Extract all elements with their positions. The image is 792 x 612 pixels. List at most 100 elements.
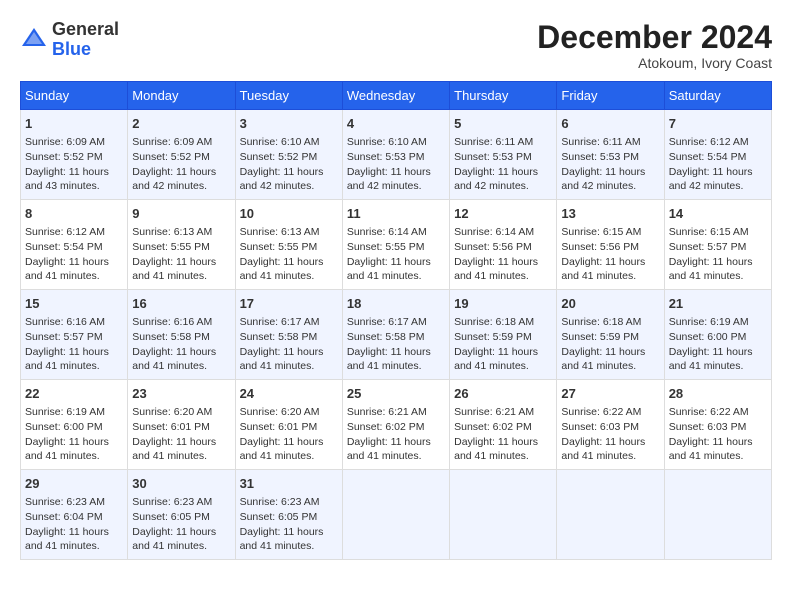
day-info: Sunrise: 6:16 AM Sunset: 5:57 PM Dayligh… xyxy=(25,315,123,374)
calendar-cell: 15Sunrise: 6:16 AM Sunset: 5:57 PM Dayli… xyxy=(21,290,128,380)
day-info: Sunrise: 6:21 AM Sunset: 6:02 PM Dayligh… xyxy=(454,405,552,464)
calendar-cell: 26 Sunrise: 6:21 AM Sunset: 6:02 PM Dayli… xyxy=(450,380,557,470)
calendar-cell: 21 Sunrise: 6:19 AM Sunset: 6:00 PM Dayli… xyxy=(664,290,771,380)
calendar-cell: 22 Sunrise: 6:19 AM Sunset: 6:00 PM Dayli… xyxy=(21,380,128,470)
calendar-week-2: 8 Sunrise: 6:12 AM Sunset: 5:54 PM Daylig… xyxy=(21,200,772,290)
day-info: Sunrise: 6:22 AM Sunset: 6:03 PM Dayligh… xyxy=(561,405,659,464)
day-info: Sunrise: 6:13 AM Sunset: 5:55 PM Dayligh… xyxy=(132,225,230,284)
calendar-week-5: 29 Sunrise: 6:23 AM Sunset: 6:04 PM Dayli… xyxy=(21,469,772,559)
header-monday: Monday xyxy=(128,82,235,110)
header-wednesday: Wednesday xyxy=(342,82,449,110)
day-number: 8 xyxy=(25,205,123,223)
day-info: Sunrise: 6:19 AM Sunset: 6:00 PM Dayligh… xyxy=(25,405,123,464)
header-friday: Friday xyxy=(557,82,664,110)
day-number: 27 xyxy=(561,385,659,403)
calendar-cell: 24 Sunrise: 6:20 AM Sunset: 6:01 PM Dayli… xyxy=(235,380,342,470)
day-info: Sunrise: 6:09 AM Sunset: 5:52 PM Dayligh… xyxy=(25,135,123,194)
header-saturday: Saturday xyxy=(664,82,771,110)
day-number: 6 xyxy=(561,115,659,133)
calendar-table: SundayMondayTuesdayWednesdayThursdayFrid… xyxy=(20,81,772,560)
day-info: Sunrise: 6:20 AM Sunset: 6:01 PM Dayligh… xyxy=(240,405,338,464)
calendar-cell: 9 Sunrise: 6:13 AM Sunset: 5:55 PM Daylig… xyxy=(128,200,235,290)
month-title: December 2024 xyxy=(537,20,772,55)
header-thursday: Thursday xyxy=(450,82,557,110)
day-info: Sunrise: 6:12 AM Sunset: 5:54 PM Dayligh… xyxy=(669,135,767,194)
calendar-week-1: 1Sunrise: 6:09 AM Sunset: 5:52 PM Daylig… xyxy=(21,110,772,200)
day-number: 10 xyxy=(240,205,338,223)
day-info: Sunrise: 6:10 AM Sunset: 5:53 PM Dayligh… xyxy=(347,135,445,194)
header-sunday: Sunday xyxy=(21,82,128,110)
day-number: 17 xyxy=(240,295,338,313)
calendar-cell: 4 Sunrise: 6:10 AM Sunset: 5:53 PM Daylig… xyxy=(342,110,449,200)
day-number: 23 xyxy=(132,385,230,403)
day-info: Sunrise: 6:18 AM Sunset: 5:59 PM Dayligh… xyxy=(454,315,552,374)
calendar-cell xyxy=(342,469,449,559)
day-number: 25 xyxy=(347,385,445,403)
calendar-cell: 25 Sunrise: 6:21 AM Sunset: 6:02 PM Dayli… xyxy=(342,380,449,470)
title-area: December 2024 Atokoum, Ivory Coast xyxy=(537,20,772,71)
day-info: Sunrise: 6:11 AM Sunset: 5:53 PM Dayligh… xyxy=(561,135,659,194)
logo-general: General xyxy=(52,19,119,39)
day-number: 20 xyxy=(561,295,659,313)
day-info: Sunrise: 6:15 AM Sunset: 5:56 PM Dayligh… xyxy=(561,225,659,284)
day-info: Sunrise: 6:14 AM Sunset: 5:56 PM Dayligh… xyxy=(454,225,552,284)
page-header: General Blue December 2024 Atokoum, Ivor… xyxy=(20,20,772,71)
calendar-cell: 28 Sunrise: 6:22 AM Sunset: 6:03 PM Dayli… xyxy=(664,380,771,470)
calendar-cell: 12 Sunrise: 6:14 AM Sunset: 5:56 PM Dayli… xyxy=(450,200,557,290)
day-number: 7 xyxy=(669,115,767,133)
day-info: Sunrise: 6:13 AM Sunset: 5:55 PM Dayligh… xyxy=(240,225,338,284)
day-info: Sunrise: 6:21 AM Sunset: 6:02 PM Dayligh… xyxy=(347,405,445,464)
day-number: 4 xyxy=(347,115,445,133)
day-number: 2 xyxy=(132,115,230,133)
day-number: 26 xyxy=(454,385,552,403)
calendar-cell: 31 Sunrise: 6:23 AM Sunset: 6:05 PM Dayli… xyxy=(235,469,342,559)
calendar-cell: 2 Sunrise: 6:09 AM Sunset: 5:52 PM Daylig… xyxy=(128,110,235,200)
calendar-cell: 7 Sunrise: 6:12 AM Sunset: 5:54 PM Daylig… xyxy=(664,110,771,200)
day-number: 12 xyxy=(454,205,552,223)
day-info: Sunrise: 6:12 AM Sunset: 5:54 PM Dayligh… xyxy=(25,225,123,284)
day-info: Sunrise: 6:09 AM Sunset: 5:52 PM Dayligh… xyxy=(132,135,230,194)
calendar-header-row: SundayMondayTuesdayWednesdayThursdayFrid… xyxy=(21,82,772,110)
day-info: Sunrise: 6:17 AM Sunset: 5:58 PM Dayligh… xyxy=(347,315,445,374)
calendar-cell: 30Sunrise: 6:23 AM Sunset: 6:05 PM Dayli… xyxy=(128,469,235,559)
calendar-cell xyxy=(557,469,664,559)
logo-blue: Blue xyxy=(52,39,91,59)
day-number: 13 xyxy=(561,205,659,223)
day-info: Sunrise: 6:23 AM Sunset: 6:05 PM Dayligh… xyxy=(240,495,338,554)
day-info: Sunrise: 6:19 AM Sunset: 6:00 PM Dayligh… xyxy=(669,315,767,374)
location: Atokoum, Ivory Coast xyxy=(537,55,772,71)
day-info: Sunrise: 6:18 AM Sunset: 5:59 PM Dayligh… xyxy=(561,315,659,374)
calendar-cell xyxy=(450,469,557,559)
calendar-cell: 17Sunrise: 6:17 AM Sunset: 5:58 PM Dayli… xyxy=(235,290,342,380)
header-tuesday: Tuesday xyxy=(235,82,342,110)
logo-icon xyxy=(20,26,48,54)
day-info: Sunrise: 6:23 AM Sunset: 6:05 PM Dayligh… xyxy=(132,495,230,554)
day-number: 31 xyxy=(240,475,338,493)
day-number: 3 xyxy=(240,115,338,133)
calendar-cell xyxy=(664,469,771,559)
day-number: 22 xyxy=(25,385,123,403)
day-number: 21 xyxy=(669,295,767,313)
calendar-cell: 11Sunrise: 6:14 AM Sunset: 5:55 PM Dayli… xyxy=(342,200,449,290)
day-number: 14 xyxy=(669,205,767,223)
calendar-cell: 8 Sunrise: 6:12 AM Sunset: 5:54 PM Daylig… xyxy=(21,200,128,290)
day-info: Sunrise: 6:22 AM Sunset: 6:03 PM Dayligh… xyxy=(669,405,767,464)
calendar-cell: 18 Sunrise: 6:17 AM Sunset: 5:58 PM Dayli… xyxy=(342,290,449,380)
day-info: Sunrise: 6:14 AM Sunset: 5:55 PM Dayligh… xyxy=(347,225,445,284)
day-number: 28 xyxy=(669,385,767,403)
day-number: 29 xyxy=(25,475,123,493)
day-info: Sunrise: 6:23 AM Sunset: 6:04 PM Dayligh… xyxy=(25,495,123,554)
calendar-cell: 5Sunrise: 6:11 AM Sunset: 5:53 PM Daylig… xyxy=(450,110,557,200)
day-number: 18 xyxy=(347,295,445,313)
calendar-cell: 16Sunrise: 6:16 AM Sunset: 5:58 PM Dayli… xyxy=(128,290,235,380)
calendar-cell: 6 Sunrise: 6:11 AM Sunset: 5:53 PM Daylig… xyxy=(557,110,664,200)
calendar-cell: 19 Sunrise: 6:18 AM Sunset: 5:59 PM Dayli… xyxy=(450,290,557,380)
calendar-cell: 20 Sunrise: 6:18 AM Sunset: 5:59 PM Dayli… xyxy=(557,290,664,380)
logo: General Blue xyxy=(20,20,119,60)
day-number: 19 xyxy=(454,295,552,313)
day-number: 5 xyxy=(454,115,552,133)
day-number: 16 xyxy=(132,295,230,313)
logo-text: General Blue xyxy=(52,20,119,60)
day-number: 24 xyxy=(240,385,338,403)
day-number: 9 xyxy=(132,205,230,223)
